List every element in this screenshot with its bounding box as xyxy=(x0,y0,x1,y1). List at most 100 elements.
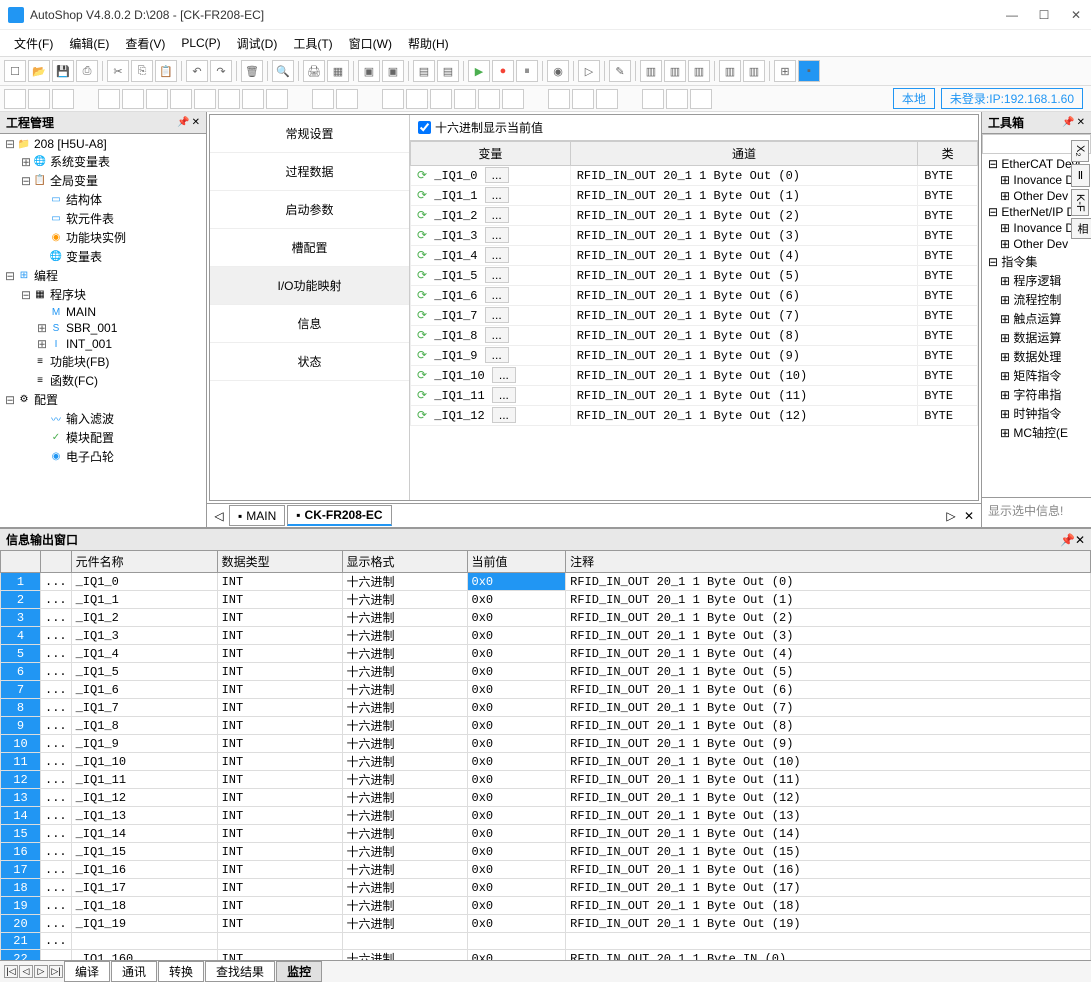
io-row[interactable]: ⟳ _IQ1_6 ...RFID_IN_OUT 20_1 1 Byte Out … xyxy=(411,286,978,306)
tb-n[interactable]: ▪ xyxy=(798,60,820,82)
browse-button[interactable]: ... xyxy=(492,407,516,423)
output-row[interactable]: 3..._IQ1_2INT十六进制0x0RFID_IN_OUT 20_1 1 B… xyxy=(1,609,1091,627)
tree-node[interactable]: 🌐变量表 xyxy=(2,247,204,266)
output-tab[interactable]: 查找结果 xyxy=(205,961,275,982)
print-button[interactable]: 🖨 xyxy=(303,60,325,82)
config-tab[interactable]: 信息 xyxy=(210,305,409,343)
output-row[interactable]: 1..._IQ1_0INT十六进制0x0RFID_IN_OUT 20_1 1 B… xyxy=(1,573,1091,591)
output-row[interactable]: 15..._IQ1_14INT十六进制0x0RFID_IN_OUT 20_1 1… xyxy=(1,825,1091,843)
browse-button[interactable]: ... xyxy=(485,167,509,183)
toolbox-node[interactable]: ⊟ 指令集 xyxy=(984,252,1089,271)
toolbox-node[interactable]: ⊞ 程序逻辑 xyxy=(984,271,1089,290)
toolbox-node[interactable]: ⊞ 流程控制 xyxy=(984,290,1089,309)
out-header[interactable] xyxy=(41,551,72,573)
toolbox-node[interactable]: ⊞ 矩阵指令 xyxy=(984,366,1089,385)
output-row[interactable]: 16..._IQ1_15INT十六进制0x0RFID_IN_OUT 20_1 1… xyxy=(1,843,1091,861)
tb2-f[interactable] xyxy=(146,89,168,109)
new-button[interactable]: ☐ xyxy=(4,60,26,82)
tree-node[interactable]: ◉功能块实例 xyxy=(2,228,204,247)
io-row[interactable]: ⟳ _IQ1_12 ...RFID_IN_OUT 20_1 1 Byte Out… xyxy=(411,406,978,426)
menu-item[interactable]: PLC(P) xyxy=(175,34,226,52)
tb2-u[interactable] xyxy=(572,89,594,109)
tree-node[interactable]: ▭软元件表 xyxy=(2,209,204,228)
tb2-x[interactable] xyxy=(666,89,688,109)
menu-item[interactable]: 帮助(H) xyxy=(402,33,455,54)
tb2-t[interactable] xyxy=(548,89,570,109)
tb-e[interactable]: ◉ xyxy=(547,60,569,82)
tb2-e[interactable] xyxy=(122,89,144,109)
browse-button[interactable]: ... xyxy=(485,227,509,243)
tb2-g[interactable] xyxy=(170,89,192,109)
output-tab[interactable]: 通讯 xyxy=(111,961,157,982)
column-header[interactable]: 通道 xyxy=(570,142,918,166)
column-header[interactable]: 变量 xyxy=(411,142,571,166)
output-row[interactable]: 21... xyxy=(1,933,1091,950)
output-tab[interactable]: 监控 xyxy=(276,961,322,982)
io-row[interactable]: ⟳ _IQ1_2 ...RFID_IN_OUT 20_1 1 Byte Out … xyxy=(411,206,978,226)
browse-button[interactable]: ... xyxy=(492,387,516,403)
cut-button[interactable]: ✂ xyxy=(107,60,129,82)
btab-first[interactable]: |◁ xyxy=(4,965,18,978)
run-button[interactable]: ▶ xyxy=(468,60,490,82)
toolbox-node[interactable]: ⊞ 数据处理 xyxy=(984,347,1089,366)
tb2-w[interactable] xyxy=(642,89,664,109)
tb-d[interactable]: ▤ xyxy=(437,60,459,82)
tb2-i[interactable] xyxy=(218,89,240,109)
hex-checkbox[interactable] xyxy=(418,121,431,134)
tb2-n[interactable] xyxy=(382,89,404,109)
io-row[interactable]: ⟳ _IQ1_7 ...RFID_IN_OUT 20_1 1 Byte Out … xyxy=(411,306,978,326)
tb-a[interactable]: ▣ xyxy=(358,60,380,82)
tree-node[interactable]: ≡函数(FC) xyxy=(2,371,204,390)
tb2-s[interactable] xyxy=(502,89,524,109)
out-header[interactable]: 元件名称 xyxy=(71,551,217,573)
io-row[interactable]: ⟳ _IQ1_0 ...RFID_IN_OUT 20_1 1 Byte Out … xyxy=(411,166,978,186)
menu-item[interactable]: 文件(F) xyxy=(8,33,59,54)
tb2-q[interactable] xyxy=(454,89,476,109)
io-mapping-table[interactable]: 变量通道类⟳ _IQ1_0 ...RFID_IN_OUT 20_1 1 Byte… xyxy=(410,140,978,500)
tb-f[interactable]: ▷ xyxy=(578,60,600,82)
tb2-a[interactable] xyxy=(4,89,26,109)
stop-button[interactable]: ● xyxy=(492,60,514,82)
preview-button[interactable]: ▦ xyxy=(327,60,349,82)
tree-node[interactable]: ▭结构体 xyxy=(2,190,204,209)
config-tab[interactable]: I/O功能映射 xyxy=(210,267,409,305)
toolbox-node[interactable]: ⊞ 数据运算 xyxy=(984,328,1089,347)
io-row[interactable]: ⟳ _IQ1_9 ...RFID_IN_OUT 20_1 1 Byte Out … xyxy=(411,346,978,366)
open-button[interactable]: 📂 xyxy=(28,60,50,82)
editor-tab[interactable]: ▪MAIN xyxy=(229,505,285,526)
tree-node[interactable]: ⊟⚙配置 xyxy=(2,390,204,409)
menu-item[interactable]: 查看(V) xyxy=(119,33,171,54)
column-header[interactable]: 类 xyxy=(918,142,978,166)
undo-button[interactable]: ↶ xyxy=(186,60,208,82)
minimize-button[interactable]: — xyxy=(1005,8,1019,22)
tb-i[interactable]: ▥ xyxy=(664,60,686,82)
redo-button[interactable]: ↷ xyxy=(210,60,232,82)
config-tab[interactable]: 状态 xyxy=(210,343,409,381)
output-row[interactable]: 22..._IQ1_160INT十六进制0x0RFID_IN_OUT 20_1 … xyxy=(1,950,1091,961)
tree-node[interactable]: ⊞IINT_001 xyxy=(2,336,204,352)
output-row[interactable]: 5..._IQ1_4INT十六进制0x0RFID_IN_OUT 20_1 1 B… xyxy=(1,645,1091,663)
tb2-k[interactable] xyxy=(266,89,288,109)
editor-tab[interactable]: ▪CK-FR208-EC xyxy=(287,505,391,526)
output-row[interactable]: 19..._IQ1_18INT十六进制0x0RFID_IN_OUT 20_1 1… xyxy=(1,897,1091,915)
saveall-button[interactable]: ⎙ xyxy=(76,60,98,82)
output-row[interactable]: 14..._IQ1_13INT十六进制0x0RFID_IN_OUT 20_1 1… xyxy=(1,807,1091,825)
browse-button[interactable]: ... xyxy=(485,327,509,343)
tree-node[interactable]: ✓模块配置 xyxy=(2,428,204,447)
browse-button[interactable]: ... xyxy=(485,247,509,263)
browse-button[interactable]: ... xyxy=(485,307,509,323)
tb-k[interactable]: ▥ xyxy=(719,60,741,82)
output-row[interactable]: 13..._IQ1_12INT十六进制0x0RFID_IN_OUT 20_1 1… xyxy=(1,789,1091,807)
output-row[interactable]: 11..._IQ1_10INT十六进制0x0RFID_IN_OUT 20_1 1… xyxy=(1,753,1091,771)
output-row[interactable]: 6..._IQ1_5INT十六进制0x0RFID_IN_OUT 20_1 1 B… xyxy=(1,663,1091,681)
tb2-c[interactable] xyxy=(52,89,74,109)
output-pin-icon[interactable]: 📌 xyxy=(1060,533,1075,547)
output-row[interactable]: 8..._IQ1_7INT十六进制0x0RFID_IN_OUT 20_1 1 B… xyxy=(1,699,1091,717)
tb2-o[interactable] xyxy=(406,89,428,109)
tb2-d[interactable] xyxy=(98,89,120,109)
browse-button[interactable]: ... xyxy=(485,267,509,283)
output-row[interactable]: 7..._IQ1_6INT十六进制0x0RFID_IN_OUT 20_1 1 B… xyxy=(1,681,1091,699)
output-tab[interactable]: 转换 xyxy=(158,961,204,982)
side-tab[interactable]: K-F xyxy=(1071,189,1089,217)
tree-node[interactable]: MMAIN xyxy=(2,304,204,320)
